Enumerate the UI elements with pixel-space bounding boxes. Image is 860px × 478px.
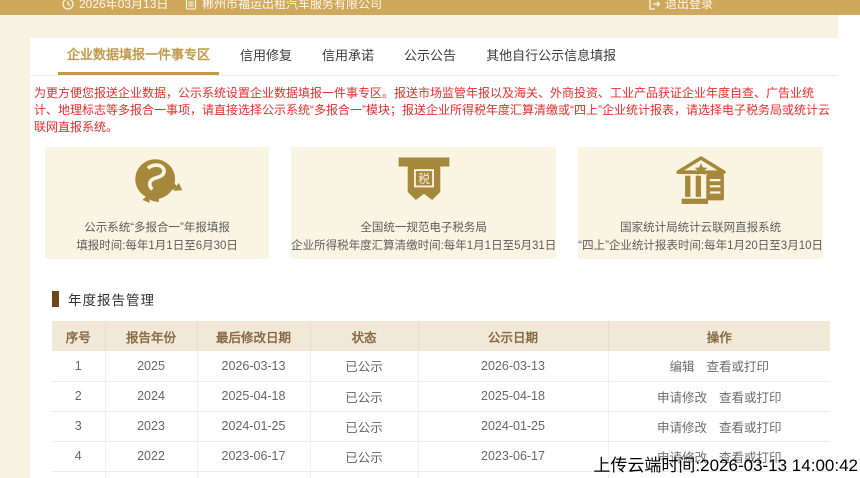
document-icon: [185, 0, 197, 10]
op-link[interactable]: 申请修改: [657, 391, 707, 405]
table-cell: 2026-03-13: [418, 351, 609, 382]
col-actions: 操作: [608, 321, 830, 351]
table-cell: 2024-06-29: [197, 471, 311, 478]
col-publish-date: 公示日期: [418, 321, 609, 351]
ops-cell: 编辑 查看或打印: [608, 351, 830, 382]
table-cell: 已公示: [310, 351, 419, 382]
table-cell: 2025-04-18: [418, 381, 609, 412]
table-cell: 已公示: [310, 411, 419, 442]
table-cell: 2023-06-17: [418, 441, 609, 472]
main-content: 企业数据填报一件事专区 信用修复 信用承诺 公示公告 其他自行公示信息填报 为更…: [30, 38, 838, 478]
table-cell: 2024-01-25: [197, 411, 311, 442]
logout-icon: [648, 0, 660, 10]
table-cell: 已公示: [310, 441, 419, 472]
globe-sync-icon: [128, 151, 186, 211]
table-cell: 2025: [105, 351, 198, 382]
op-link[interactable]: 编辑: [669, 360, 694, 374]
tab-other-self-disclosure[interactable]: 其他自行公示信息填报: [477, 45, 625, 75]
col-report-year: 报告年份: [105, 321, 198, 351]
table-cell: 2024-01-25: [418, 411, 609, 442]
table-cell: 2022: [105, 441, 198, 472]
upload-cloud-timestamp: 上传云端时间:2026-03-13 14:00:42: [593, 456, 858, 475]
ops-cell: 申请修改查看或打印: [608, 411, 830, 442]
card-title: 国家统计局统计云联网直报系统: [620, 222, 782, 234]
table-row: 1 2025 2026-03-13 已公示 2026-03-13 编辑 查看或打印: [52, 351, 830, 382]
col-index: 序号: [52, 321, 106, 351]
svg-text:税: 税: [418, 172, 430, 186]
ops-cell: 申请修改查看或打印: [608, 381, 830, 412]
table-cell: 2024: [105, 381, 198, 412]
table-cell: 2023-06-17: [197, 441, 311, 472]
tax-icon: 税: [395, 151, 453, 211]
bank-icon: [671, 151, 731, 211]
op-link[interactable]: 查看或打印: [719, 421, 782, 435]
tab-public-announcement[interactable]: 公示公告: [395, 45, 465, 75]
tab-enterprise-data-zone[interactable]: 企业数据填报一件事专区: [58, 44, 220, 75]
tab-bar: 企业数据填报一件事专区 信用修复 信用承诺 公示公告 其他自行公示信息填报: [30, 38, 838, 76]
section-header: 年度报告管理: [52, 289, 838, 309]
card-stats-direct-report[interactable]: 国家统计局统计云联网直报系统 “四上”企业统计报表时间:每年1月20日至3月10…: [578, 147, 823, 259]
table-cell: 2021: [105, 471, 198, 478]
table-cell: 已公示: [310, 471, 419, 478]
current-date: 2026年03月13日: [62, 0, 168, 15]
op-link[interactable]: 申请修改: [657, 421, 707, 435]
logout-button[interactable]: 退出登录: [648, 0, 713, 15]
table-cell: 4: [52, 441, 106, 472]
card-etax[interactable]: 税 全国统一规范电子税务局 企业所得税年度汇算清缴时间:每年1月1日至5月31日: [291, 147, 557, 259]
table-cell: 1: [52, 351, 106, 382]
date-text: 2026年03月13日: [79, 0, 169, 11]
section-bar-icon: [52, 291, 59, 307]
col-last-modified: 最后修改日期: [197, 321, 311, 351]
tab-credit-repair[interactable]: 信用修复: [231, 45, 301, 75]
table-cell: 2023: [105, 411, 198, 442]
table-cell: 5: [52, 471, 106, 478]
table-cell: 3: [52, 411, 106, 442]
logout-label: 退出登录: [665, 0, 714, 11]
table-cell: 已公示: [310, 381, 419, 412]
op-link[interactable]: 查看或打印: [707, 360, 770, 374]
card-subtitle: 填报时间:每年1月1日至6月30日: [76, 240, 238, 252]
table-cell: 2: [52, 381, 106, 412]
col-status: 状态: [310, 321, 419, 351]
clock-icon: [62, 0, 74, 10]
card-multi-report[interactable]: 公示系统“多报合一”年报填报 填报时间:每年1月1日至6月30日: [45, 147, 270, 259]
section-title: 年度报告管理: [68, 293, 155, 308]
top-bar: 2026年03月13日 郴州市福运出租汽车服务有限公司 退出登录: [0, 0, 860, 15]
company-text: 郴州市福运出租汽车服务有限公司: [202, 0, 383, 11]
card-subtitle: 企业所得税年度汇算清缴时间:每年1月1日至5月31日: [291, 240, 557, 252]
card-title: 全国统一规范电子税务局: [360, 222, 487, 234]
table-header: 序号 报告年份 最后修改日期 状态 公示日期 操作: [52, 321, 830, 351]
card-title: 公示系统“多报合一”年报填报: [84, 222, 230, 234]
notice-text: 为更方便您报送企业数据，公示系统设置企业数据填报一件事专区。报送市场监管年报以及…: [34, 86, 830, 134]
info-cards: 公示系统“多报合一”年报填报 填报时间:每年1月1日至6月30日 税 全国统一规…: [45, 147, 823, 259]
table-cell: 2024-06-29: [418, 471, 609, 478]
tab-credit-commitment[interactable]: 信用承诺: [313, 45, 383, 75]
table-row: 3 2023 2024-01-25 已公示 2024-01-25 申请修改 查看或打印: [52, 411, 830, 442]
table-cell: 2025-04-18: [197, 381, 311, 412]
table-row: 2 2024 2025-04-18 已公示 2025-04-18 申请修改 查看或打印: [52, 381, 830, 412]
card-subtitle: “四上”企业统计报表时间:每年1月20日至3月10日: [578, 240, 823, 252]
table-cell: 2026-03-13: [197, 351, 311, 382]
right-gutter: [838, 15, 860, 478]
company-name: 郴州市福运出租汽车服务有限公司: [185, 0, 382, 15]
op-link[interactable]: 查看或打印: [719, 391, 782, 405]
